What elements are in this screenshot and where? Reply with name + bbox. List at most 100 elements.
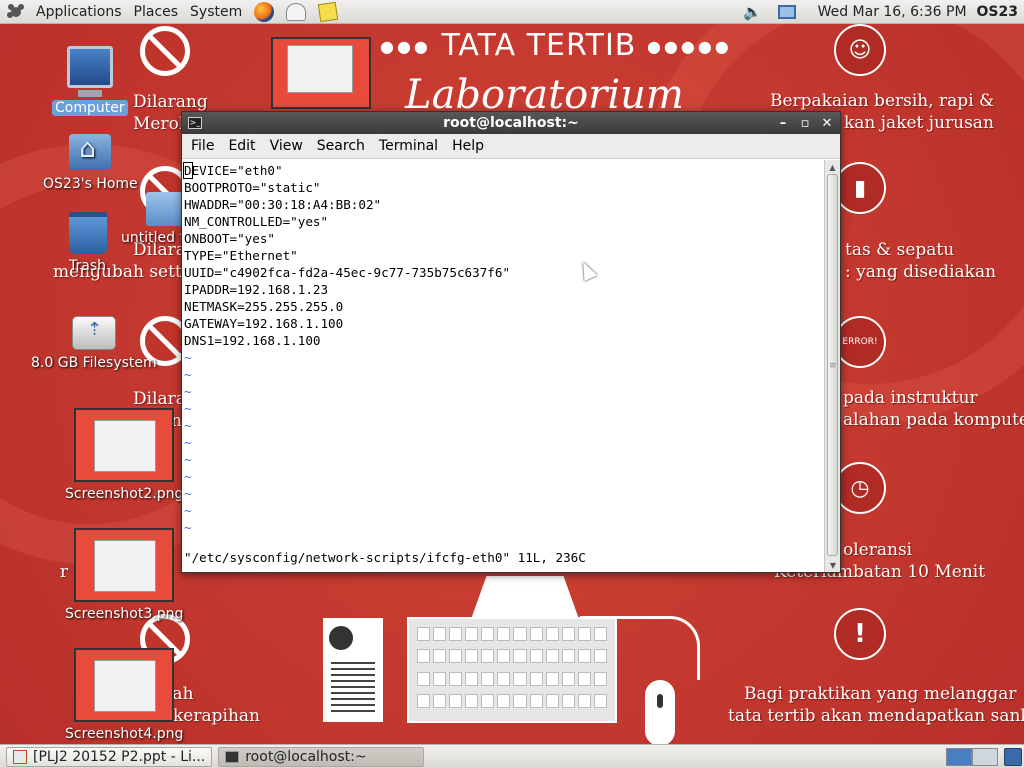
desktop-icon-label: Computer — [52, 100, 128, 116]
menu-places[interactable]: Places — [128, 0, 185, 24]
presentation-icon — [13, 749, 27, 764]
window-title: root@localhost:~ — [443, 115, 579, 131]
file-line: BOOTPROTO="static" — [184, 180, 321, 195]
show-desktop-icon[interactable] — [1004, 747, 1022, 766]
image-thumbnail-icon — [74, 528, 175, 602]
file-line: IPADDR=192.168.1.23 — [184, 282, 329, 297]
clock[interactable]: Wed Mar 16, 6:36 PM — [818, 4, 967, 20]
file-line: NETMASK=255.255.255.0 — [184, 299, 344, 314]
empty-line-tilde: ~ — [184, 435, 192, 450]
image-thumbnail-icon — [74, 408, 175, 482]
usb-drive-icon — [71, 316, 116, 350]
wallpaper-rule-text: alahan pada komputer — [843, 410, 1024, 430]
workspace-switcher[interactable] — [946, 747, 998, 766]
panel-tray: 🔈 Wed Mar 16, 6:36 PM OS23 — [736, 0, 1024, 24]
wallpaper-rule-text: Dilarang — [133, 92, 208, 112]
desktop-icon-label: Screenshot4.png — [65, 726, 184, 742]
mail-launcher[interactable] — [284, 1, 308, 23]
desktop-icon-untitled-folder[interactable]: untitled f — [118, 192, 187, 246]
window-titlebar[interactable]: >_ root@localhost:~ – ▫ ✕ — [182, 112, 840, 134]
menu-search[interactable]: Search — [312, 138, 370, 154]
menu-applications[interactable]: Applications — [30, 0, 128, 24]
menu-edit[interactable]: Edit — [223, 138, 260, 154]
notes-icon — [318, 1, 339, 22]
desktop-icon-screenshot3[interactable]: Screenshot3.png — [62, 528, 186, 622]
scroll-down-arrow-icon[interactable]: ▼ — [825, 558, 841, 572]
network-icon[interactable] — [776, 2, 798, 22]
trash-icon — [68, 212, 107, 254]
file-line: NM_CONTROLLED="yes" — [184, 214, 329, 229]
bags-shoes-icon: ▮ — [834, 162, 886, 214]
home-folder-icon — [69, 134, 112, 170]
close-button[interactable]: ✕ — [818, 114, 836, 132]
workspace-1[interactable] — [946, 747, 972, 766]
wallpaper-rule-text: pada instruktur — [843, 388, 978, 408]
menu-help[interactable]: Help — [447, 138, 489, 154]
terminal-menubar: File Edit View Search Terminal Help — [182, 134, 840, 159]
terminal-window-icon[interactable]: >_ — [188, 117, 202, 129]
terminal-scrollbar[interactable]: ▲ ▼ — [824, 160, 840, 572]
firefox-launcher[interactable] — [252, 1, 276, 23]
clock-icon: ◷ — [834, 462, 886, 514]
desktop-icon-usb-filesystem[interactable]: 8.0 GB Filesystem — [28, 316, 160, 371]
desktop-screenshot-thumbnail[interactable] — [271, 37, 371, 109]
firefox-icon — [254, 1, 275, 22]
empty-line-tilde: ~ — [184, 384, 192, 399]
terminal-icon — [225, 750, 240, 763]
image-thumbnail-icon — [74, 648, 175, 722]
empty-line-tilde: ~ — [184, 401, 192, 416]
mail-icon — [286, 2, 307, 21]
desktop-icon-home[interactable]: OS23's Home — [40, 134, 141, 192]
empty-line-tilde: ~ — [184, 452, 192, 467]
folder-icon — [145, 192, 186, 226]
file-line: UUID="c4902fca-fd2a-45ec-9c77-735b75c637… — [184, 265, 511, 280]
menu-file[interactable]: File — [186, 138, 219, 154]
empty-line-tilde: ~ — [184, 469, 192, 484]
maximize-button[interactable]: ▫ — [796, 114, 814, 132]
file-line: HWADDR="00:30:18:A4:BB:02" — [184, 197, 382, 212]
username[interactable]: OS23 — [977, 4, 1018, 20]
bottom-panel: [PLJ2 20152 P2.ppt - Li... root@localhos… — [0, 744, 1024, 768]
desktop-icon-trash[interactable]: Trash — [66, 212, 109, 274]
desktop-icon-computer[interactable]: Computer — [52, 46, 128, 116]
wallpaper-heading: ●●● TATA TERTIB ●●●●● — [380, 28, 732, 63]
volume-icon[interactable]: 🔈 — [742, 2, 764, 22]
gnome-foot-icon — [6, 2, 26, 22]
desktop-icon-label: 8.0 GB Filesystem — [31, 355, 157, 371]
scroll-up-arrow-icon[interactable]: ▲ — [825, 160, 840, 174]
wallpaper-rule-text: oleransi — [843, 540, 913, 560]
desktop-icon-screenshot4[interactable]: Screenshot4.png — [62, 648, 186, 742]
desktop-icon-label: Trash — [69, 258, 106, 274]
attire-icon: ☺ — [834, 24, 886, 76]
notes-launcher[interactable] — [316, 1, 340, 23]
empty-line-tilde: ~ — [184, 486, 192, 501]
taskbar-item-terminal[interactable]: root@localhost:~ — [218, 746, 424, 767]
error-monitor-icon: ERROR! — [834, 316, 886, 368]
taskbar-item-presentation[interactable]: [PLJ2 20152 P2.ppt - Li... — [6, 746, 213, 767]
desktop-icon-label: untitled f — [121, 230, 185, 246]
file-line: GATEWAY=192.168.1.100 — [184, 316, 344, 331]
computer-icon — [66, 46, 113, 97]
scrollbar-thumb[interactable] — [827, 174, 838, 556]
file-line: TYPE="Ethernet" — [184, 248, 298, 263]
warning-icon: ! — [834, 608, 886, 660]
desktop-icon-screenshot2[interactable]: Screenshot2.png — [62, 408, 186, 502]
wallpaper-rule-text: Berpakaian bersih, rapi & — [770, 91, 995, 111]
vim-status-line: "/etc/sysconfig/network-scripts/ifcfg-et… — [184, 550, 586, 565]
empty-line-tilde: ~ — [184, 418, 192, 433]
menu-view[interactable]: View — [265, 138, 308, 154]
file-line: ONBOOT="yes" — [184, 231, 275, 246]
desktop-icon-label: OS23's Home — [43, 176, 138, 192]
minimize-button[interactable]: – — [774, 114, 792, 132]
file-line: DEVICE="eth0" — [183, 162, 283, 179]
taskbar-item-label: root@localhost:~ — [245, 748, 367, 765]
taskbar-item-label: [PLJ2 20152 P2.ppt - Li... — [33, 748, 206, 765]
top-panel: Applications Places System 🔈 Wed Mar 16,… — [0, 0, 1024, 24]
menu-terminal[interactable]: Terminal — [374, 138, 443, 154]
workspace-2[interactable] — [972, 747, 998, 766]
desktop-icon-label: Screenshot3.png — [65, 606, 184, 622]
wallpaper-keyboard-illustration — [407, 617, 617, 723]
terminal-text-area[interactable]: DEVICE="eth0" BOOTPROTO="static" HWADDR=… — [182, 160, 825, 572]
menu-system[interactable]: System — [184, 0, 248, 24]
terminal-window: >_ root@localhost:~ – ▫ ✕ File Edit View… — [181, 111, 841, 573]
